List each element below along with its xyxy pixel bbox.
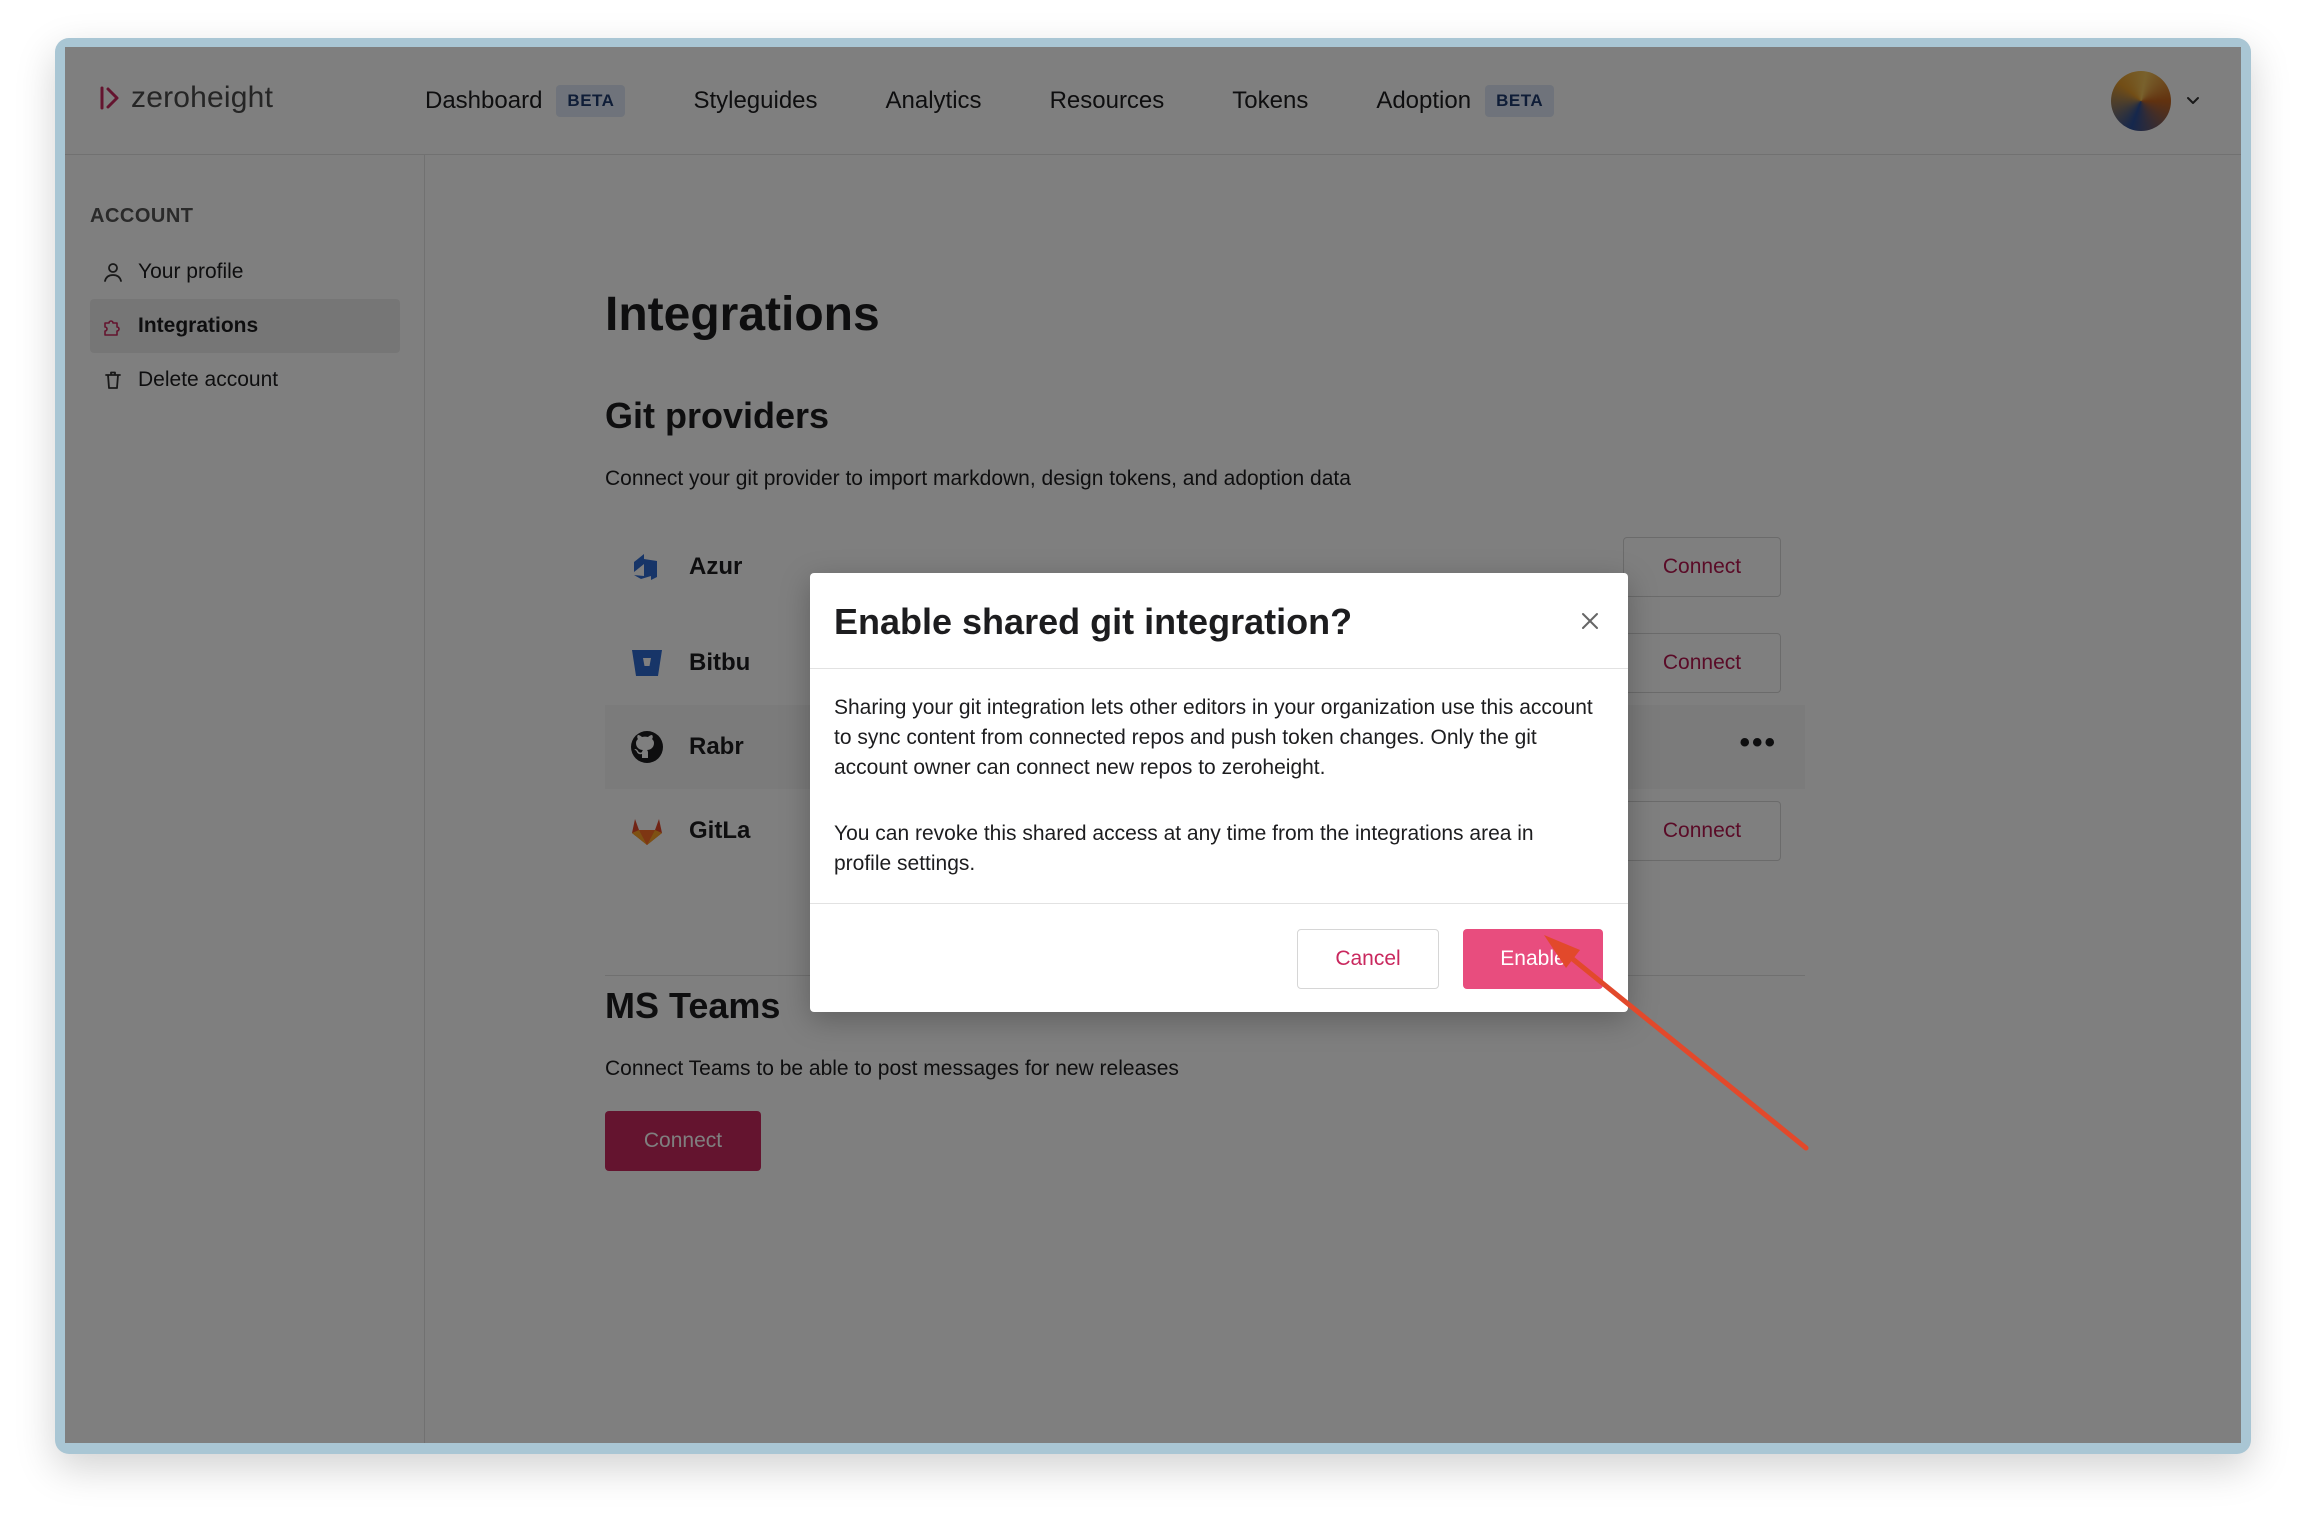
enable-shared-git-dialog: Enable shared git integration? Sharing y… (810, 573, 1628, 1012)
close-icon[interactable] (1576, 607, 1604, 635)
dialog-body: Sharing your git integration lets other … (834, 693, 1594, 879)
dialog-title: Enable shared git integration? (834, 601, 1353, 642)
dialog-paragraph: Sharing your git integration lets other … (834, 696, 1593, 779)
enable-button[interactable]: Enable (1463, 929, 1603, 989)
dialog-paragraph: You can revoke this shared access at any… (834, 822, 1534, 875)
app-window: zeroheight Dashboard BETA Styleguides An… (65, 47, 2241, 1443)
dialog-header: Enable shared git integration? (810, 573, 1628, 669)
dialog-footer: Cancel Enable (810, 903, 1628, 1012)
cancel-button[interactable]: Cancel (1297, 929, 1439, 989)
